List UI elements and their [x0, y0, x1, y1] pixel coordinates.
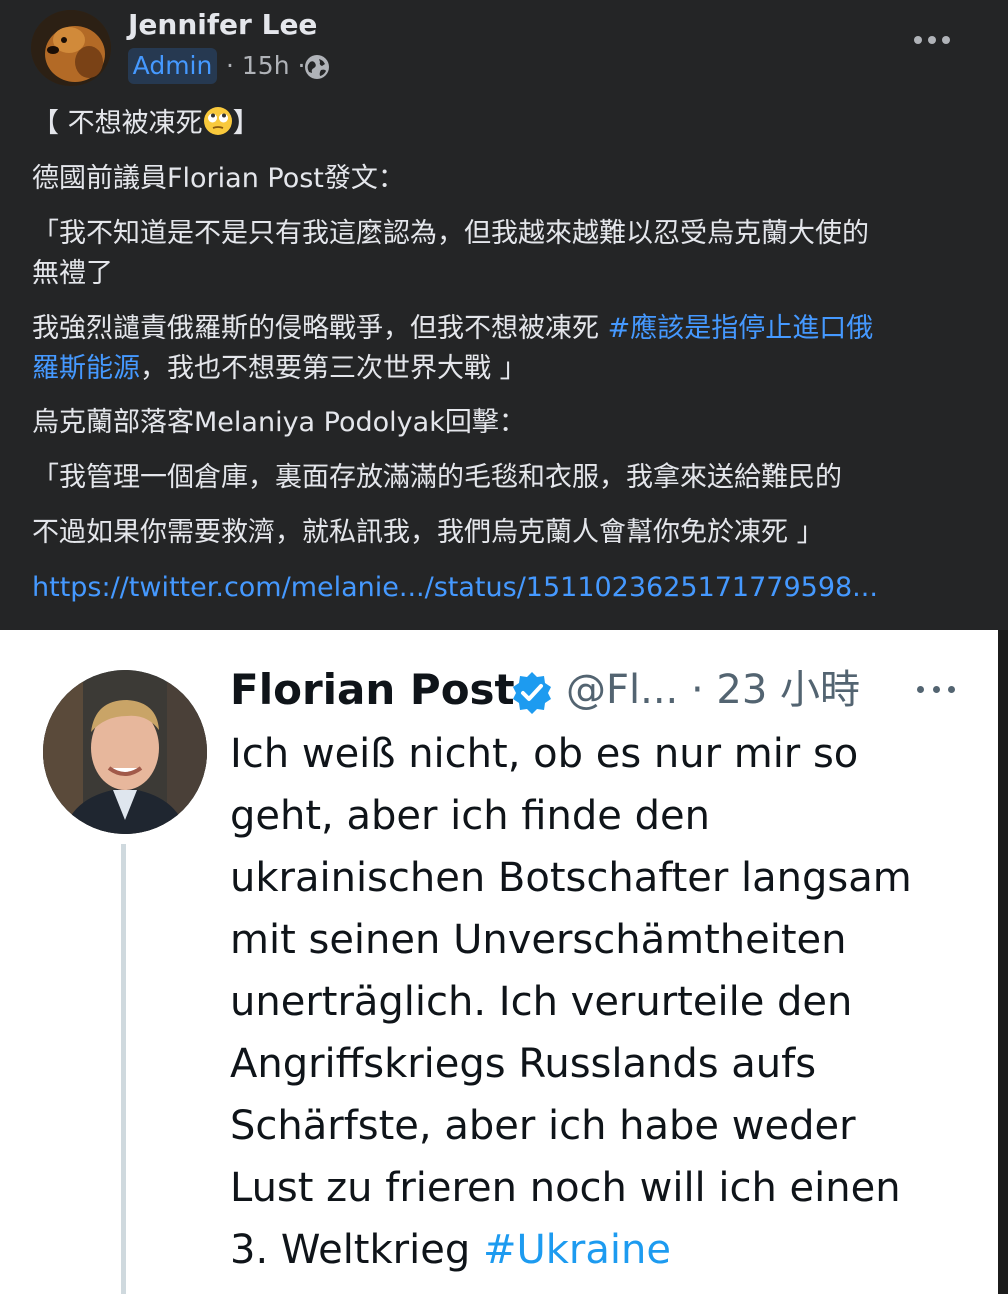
- post-line-1: 德國前議員Florian Post發文：: [32, 163, 405, 194]
- author-avatar[interactable]: [31, 10, 111, 86]
- tweet-line: Ich weiß nicht, ob es nur mir so: [230, 731, 859, 777]
- tweet-line: Lust zu frieren noch will ich einen: [230, 1165, 901, 1211]
- author-name[interactable]: Jennifer Lee: [128, 8, 317, 41]
- tweet-line: geht, aber ich finde den: [230, 793, 710, 839]
- admin-badge: Admin: [128, 48, 217, 84]
- post-line-4: 我強烈譴責俄羅斯的侵略戰爭，但我不想被凍死 #應該是指停止進口俄: [32, 309, 873, 349]
- tweet-line: Schärfste, aber ich habe weder: [230, 1103, 856, 1149]
- right-edge: [998, 630, 1008, 1294]
- post-line-7: 「我管理一個倉庫，裏面存放滿滿的毛毯和衣服，我拿來送給難民的: [32, 462, 842, 493]
- post-line-2: 「我不知道是不是只有我這麼認為，但我越來越難以忍受烏克蘭大使的: [32, 218, 869, 249]
- post-timestamp[interactable]: · 15h ·: [226, 50, 305, 82]
- post-title-end: 】: [232, 108, 260, 139]
- tweet-author-avatar[interactable]: [43, 670, 207, 834]
- post-line-5: 羅斯能源，我也不想要第三次世界大戰 」: [32, 349, 527, 389]
- post-line-5-text: ，我也不想要第三次世界大戰 」: [140, 353, 527, 384]
- post-line-3: 無禮了: [32, 258, 113, 289]
- tweet-author-name[interactable]: Florian Post: [230, 662, 515, 718]
- hashtag-link-continued[interactable]: 羅斯能源: [32, 353, 140, 384]
- tweet-last-line: 3. Weltkrieg #Ukraine: [230, 1222, 671, 1278]
- post-title-text: 【 不想被凍死: [32, 108, 203, 139]
- tweet-screenshot: Florian Post @Fl... · 23 小時 Ich weiß nic…: [0, 630, 998, 1294]
- twitter-link[interactable]: https://twitter.com/melanie.../status/15…: [32, 568, 878, 608]
- tweet-handle-time[interactable]: @Fl... · 23 小時: [566, 662, 860, 718]
- tweet-last-line-text: 3. Weltkrieg: [230, 1227, 483, 1273]
- post-line-8: 不過如果你需要救濟，就私訊我，我們烏克蘭人會幫你免於凍死 」: [32, 517, 824, 548]
- tweet-line: mit seinen Unverschämtheiten: [230, 917, 847, 963]
- verified-badge-icon: [513, 672, 551, 714]
- more-options-icon[interactable]: [914, 28, 950, 52]
- globe-icon: [305, 55, 329, 79]
- tweet-line: unerträglich. Ich verurteile den: [230, 979, 853, 1025]
- tweet-more-icon[interactable]: [917, 684, 955, 694]
- thread-line: [121, 844, 126, 1294]
- facebook-post: Jennifer Lee Admin · 15h · 【 不想被凍死 】 德國前…: [0, 0, 1008, 630]
- post-title: 【 不想被凍死 】: [32, 104, 260, 144]
- tweet-line: ukrainischen Botschafter langsam: [230, 855, 912, 901]
- post-line-4-text: 我強烈譴責俄羅斯的侵略戰爭，但我不想被凍死: [32, 313, 608, 344]
- hashtag-link[interactable]: #應該是指停止進口俄: [608, 313, 874, 344]
- post-line-6: 烏克蘭部落客Melaniya Podolyak回擊：: [32, 407, 526, 438]
- tweet-line: Angriffskriegs Russlands aufs: [230, 1041, 817, 1087]
- ukraine-hashtag[interactable]: #Ukraine: [483, 1227, 671, 1273]
- rolling-eyes-emoji-icon: [203, 107, 232, 135]
